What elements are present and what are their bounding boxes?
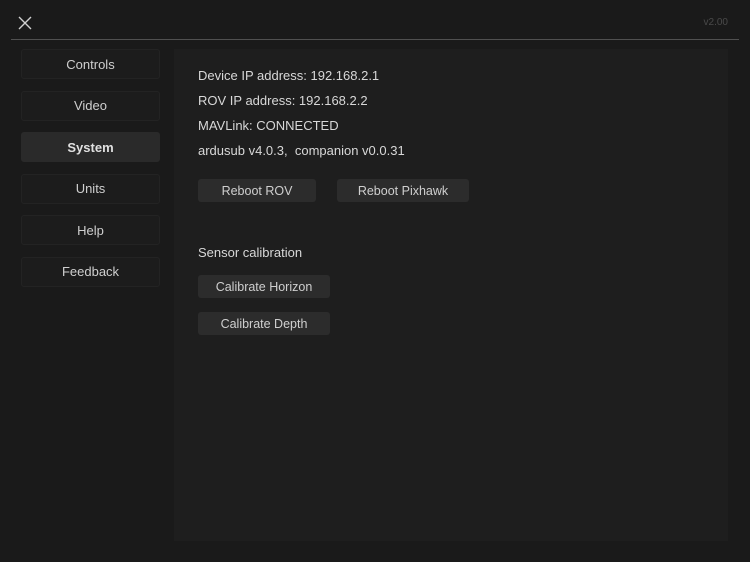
version-label: v2.00 xyxy=(704,17,728,28)
sidebar-item-video[interactable]: Video xyxy=(21,91,160,121)
system-panel: Device IP address: 192.168.2.1 ROV IP ad… xyxy=(174,49,728,541)
sidebar: Controls Video System Units Help Feedbac… xyxy=(21,49,160,299)
header-divider xyxy=(11,39,739,40)
sidebar-item-feedback[interactable]: Feedback xyxy=(21,257,160,287)
close-icon[interactable] xyxy=(16,14,34,32)
sidebar-item-units[interactable]: Units xyxy=(21,174,160,204)
reboot-rov-button[interactable]: Reboot ROV xyxy=(198,179,316,202)
sidebar-item-system[interactable]: System xyxy=(21,132,160,162)
calibrate-depth-button[interactable]: Calibrate Depth xyxy=(198,312,330,335)
reboot-pixhawk-button[interactable]: Reboot Pixhawk xyxy=(337,179,469,202)
sensor-calibration-heading: Sensor calibration xyxy=(198,245,302,260)
calibrate-horizon-button[interactable]: Calibrate Horizon xyxy=(198,275,330,298)
mavlink-status-text: MAVLink: CONNECTED xyxy=(198,118,339,133)
sidebar-item-help[interactable]: Help xyxy=(21,215,160,245)
sidebar-item-controls[interactable]: Controls xyxy=(21,49,160,79)
rov-ip-text: ROV IP address: 192.168.2.2 xyxy=(198,93,368,108)
device-ip-text: Device IP address: 192.168.2.1 xyxy=(198,68,379,83)
versions-text: ardusub v4.0.3, companion v0.0.31 xyxy=(198,143,405,158)
